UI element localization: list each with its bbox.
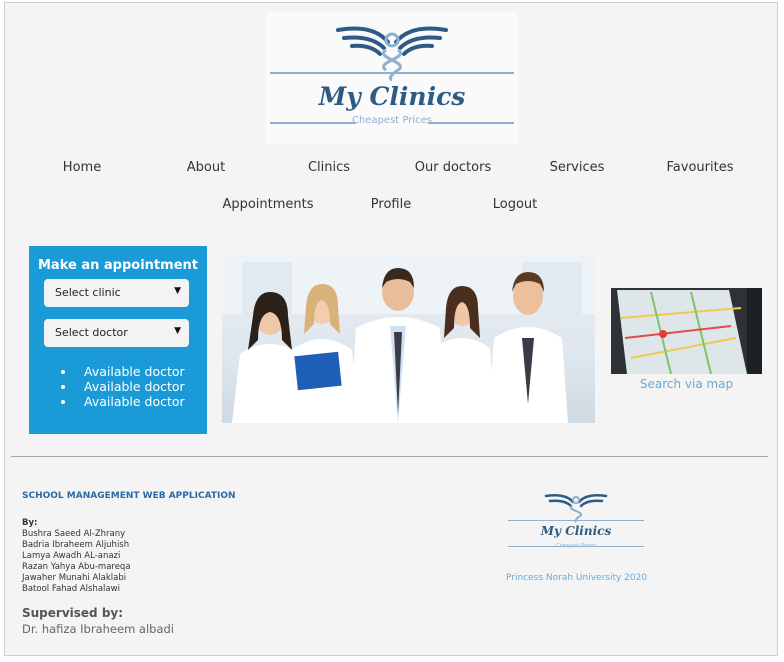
supervisor-name: Dr. hafiza Ibraheem albadi bbox=[22, 622, 175, 636]
nav-logout[interactable]: Logout bbox=[493, 197, 538, 212]
nav-about[interactable]: About bbox=[187, 160, 225, 175]
author-name: Batool Fahad Alshalawi bbox=[22, 584, 120, 594]
author-name: Bushra Saeed Al-Zhrany bbox=[22, 529, 126, 539]
appointment-panel: Make an appointment Select clinic ▼ Sele… bbox=[29, 246, 207, 434]
nav-services[interactable]: Services bbox=[550, 160, 605, 175]
doctor-select[interactable]: Select doctor ▼ bbox=[44, 319, 189, 347]
author-name: Badria Ibraheem Aljuhish bbox=[22, 540, 130, 550]
logo-tagline: Cheapest Prices bbox=[351, 115, 432, 126]
map-icon bbox=[611, 288, 762, 374]
site-logo[interactable]: My Clinics Cheapest Prices bbox=[266, 12, 518, 144]
clinic-select[interactable]: Select clinic ▼ bbox=[44, 279, 189, 307]
available-doctor-item[interactable]: Available doctor bbox=[29, 394, 207, 409]
available-doctor-item[interactable]: Available doctor bbox=[29, 364, 207, 379]
footer-logo-wordmark: My Clinics bbox=[540, 524, 612, 538]
available-doctor-item[interactable]: Available doctor bbox=[29, 379, 207, 394]
nav-favourites[interactable]: Favourites bbox=[667, 160, 734, 175]
author-name: Jawaher Munahi Alaklabi bbox=[22, 573, 127, 583]
nav-home[interactable]: Home bbox=[63, 160, 101, 175]
supervised-label: Supervised by: bbox=[22, 606, 124, 620]
footer-logo-rule bbox=[508, 520, 644, 521]
map-preview-image[interactable] bbox=[611, 288, 762, 374]
footer-logo-tagline: Cheapest Prices bbox=[555, 543, 596, 549]
footer-title: SCHOOL MANAGEMENT WEB APPLICATION bbox=[22, 491, 236, 501]
nav-clinics[interactable]: Clinics bbox=[308, 160, 350, 175]
authors-list: Bushra Saeed Al-Zhrany Badria Ibraheem A… bbox=[22, 529, 131, 595]
logo-top-rule bbox=[270, 72, 514, 74]
author-name: Lamya Awadh AL-anazi bbox=[22, 551, 121, 561]
authors-label: By: bbox=[22, 518, 38, 528]
dropdown-arrow-icon: ▼ bbox=[174, 286, 181, 296]
dropdown-arrow-icon: ▼ bbox=[174, 326, 181, 336]
wings-caduceus-icon bbox=[544, 494, 608, 523]
doctors-illustration bbox=[222, 254, 595, 423]
footer-logo: My Clinics Cheapest Prices bbox=[506, 490, 646, 556]
search-via-map-link[interactable]: Search via map bbox=[611, 377, 762, 391]
footer-divider bbox=[11, 456, 768, 457]
doctor-select-value: Select doctor bbox=[55, 326, 128, 339]
clinic-select-value: Select clinic bbox=[55, 286, 121, 299]
university-credit: Princess Norah University 2020 bbox=[506, 573, 648, 583]
doctors-team-photo bbox=[222, 254, 595, 423]
nav-profile[interactable]: Profile bbox=[371, 197, 411, 212]
logo-wordmark: My Clinics bbox=[318, 82, 466, 111]
nav-our-doctors[interactable]: Our doctors bbox=[415, 160, 491, 175]
author-name: Razan Yahya Abu-mareqa bbox=[22, 562, 131, 572]
available-doctors-list: Available doctor Available doctor Availa… bbox=[29, 364, 207, 409]
nav-appointments[interactable]: Appointments bbox=[222, 197, 313, 212]
appointment-title: Make an appointment bbox=[38, 258, 198, 273]
wings-caduceus-icon bbox=[336, 26, 448, 82]
